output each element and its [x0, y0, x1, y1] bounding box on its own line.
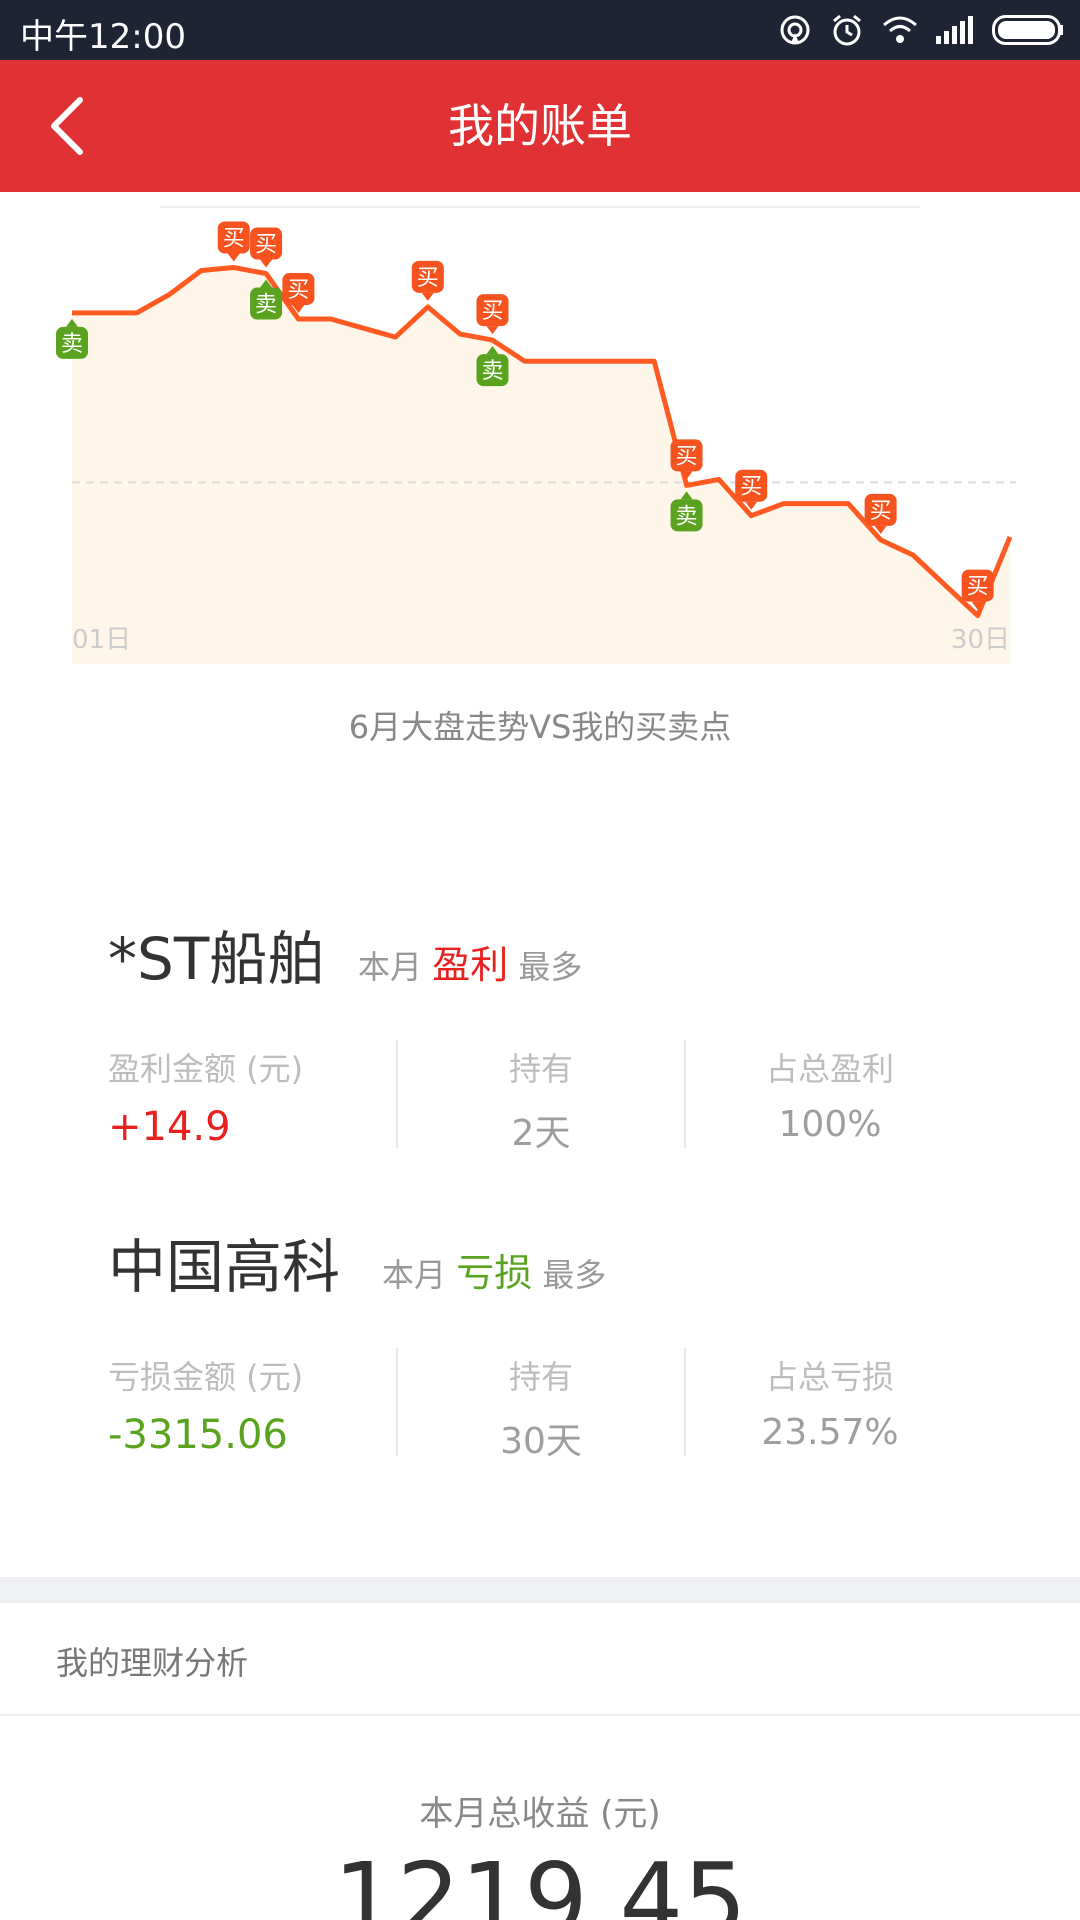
app-header: 我的账单 [0, 60, 1080, 192]
profit-share-value: 100% [778, 1104, 882, 1145]
profit-hold-col: 持有 2天 [397, 1044, 685, 1156]
chart-area-fill [72, 267, 1010, 664]
signal-icon [936, 16, 974, 44]
battery-icon [992, 15, 1064, 45]
alarm-icon [830, 13, 864, 47]
profit-hold-value: 2天 [511, 1113, 571, 1154]
income-value: 1219.45 [333, 1841, 747, 1920]
loss-hold-label: 持有 [508, 1358, 573, 1396]
buy-marker-label: 买 [870, 499, 892, 524]
loss-tag-prefix: 本月 [382, 1256, 447, 1294]
buy-marker-label: 买 [676, 444, 698, 469]
chevron-left-icon [51, 97, 83, 155]
x-tick-end: 30日 [951, 625, 1010, 655]
loss-tag-highlight: 亏损 [456, 1251, 533, 1295]
chart-svg: 01日 30日卖买 买卖买 买买卖买卖买买买 [56, 221, 1016, 664]
analysis-divider [0, 1714, 1080, 1716]
market-trend-chart: 01日 30日卖买买卖买买买卖买卖买买买 [0, 210, 1080, 690]
loss-amount-col: 亏损金额 (元) -3315.06 [108, 1352, 396, 1458]
loss-hold-value: 30天 [500, 1421, 582, 1462]
buy-marker-label: 买 [481, 299, 503, 324]
back-button[interactable] [30, 90, 102, 162]
buy-marker-label: 买 [255, 233, 277, 258]
buy-marker-pointer [227, 253, 240, 262]
page-title: 我的账单 [448, 99, 632, 153]
profit-hold-label: 持有 [508, 1050, 573, 1088]
status-time: 中午12:00 [20, 17, 186, 57]
profit-stock-name: *ST船舶 [108, 925, 326, 993]
profit-amount-col: 盈利金额 (元) +14.9 [108, 1044, 396, 1150]
buy-marker-pointer [486, 326, 499, 335]
profit-tag-suffix: 最多 [518, 948, 583, 986]
buy-marker-pointer [260, 259, 273, 268]
buy-marker-pointer [421, 292, 434, 301]
income-label: 本月总收益 (元) [419, 1794, 661, 1834]
profit-amount-value: +14.9 [108, 1104, 231, 1150]
section-separator [0, 1577, 1080, 1603]
profit-tag-highlight: 盈利 [432, 943, 509, 987]
loss-share-label: 占总亏损 [765, 1358, 894, 1396]
loss-stock-name: 中国高科 [108, 1233, 341, 1301]
buy-marker-label: 买 [740, 475, 762, 500]
screen: 中午12:00 我的账单 01日 30日卖买买卖买买买 卖 买 卖 买 买 买 … [0, 0, 1080, 1920]
loss-tag-suffix: 最多 [542, 1256, 607, 1294]
profit-amount-label: 盈利金额 (元) [108, 1050, 304, 1088]
buy-marker-label: 买 [967, 575, 989, 600]
status-icons [778, 10, 1064, 50]
buy-marker-label: 买 [417, 266, 439, 291]
chart-caption: 6月大盘走势VS我的买卖点 [348, 708, 732, 746]
loss-share-col: 占总亏损 23.57% [686, 1352, 974, 1453]
loss-amount-label: 亏损金额 (元) [108, 1358, 304, 1396]
buy-marker-label: 买 [287, 278, 309, 303]
buy-marker-label: 买 [223, 227, 245, 252]
profit-tag-prefix: 本月 [358, 948, 423, 986]
analysis-title: 我的理财分析 [56, 1644, 249, 1682]
sell-marker-label: 卖 [255, 293, 277, 318]
sell-marker-label: 卖 [676, 504, 698, 529]
sell-marker-label: 卖 [481, 359, 503, 384]
profit-share-label: 占总盈利 [765, 1050, 894, 1088]
loss-stock-tag: 本月 亏损 最多 [382, 1242, 606, 1297]
loss-hold-col: 持有 30天 [397, 1352, 685, 1464]
loss-share-value: 23.57% [761, 1412, 899, 1453]
top-divider [160, 206, 920, 208]
status-bar: 中午12:00 [0, 0, 1080, 60]
profit-share-col: 占总盈利 100% [686, 1044, 974, 1145]
profit-stock-tag: 本月 盈利 最多 [358, 934, 582, 989]
x-tick-start: 01日 [72, 625, 131, 655]
sell-marker-label: 卖 [61, 332, 83, 357]
loss-amount-value: -3315.06 [108, 1412, 288, 1458]
hotspot-icon [778, 13, 812, 47]
wifi-icon [882, 15, 918, 45]
